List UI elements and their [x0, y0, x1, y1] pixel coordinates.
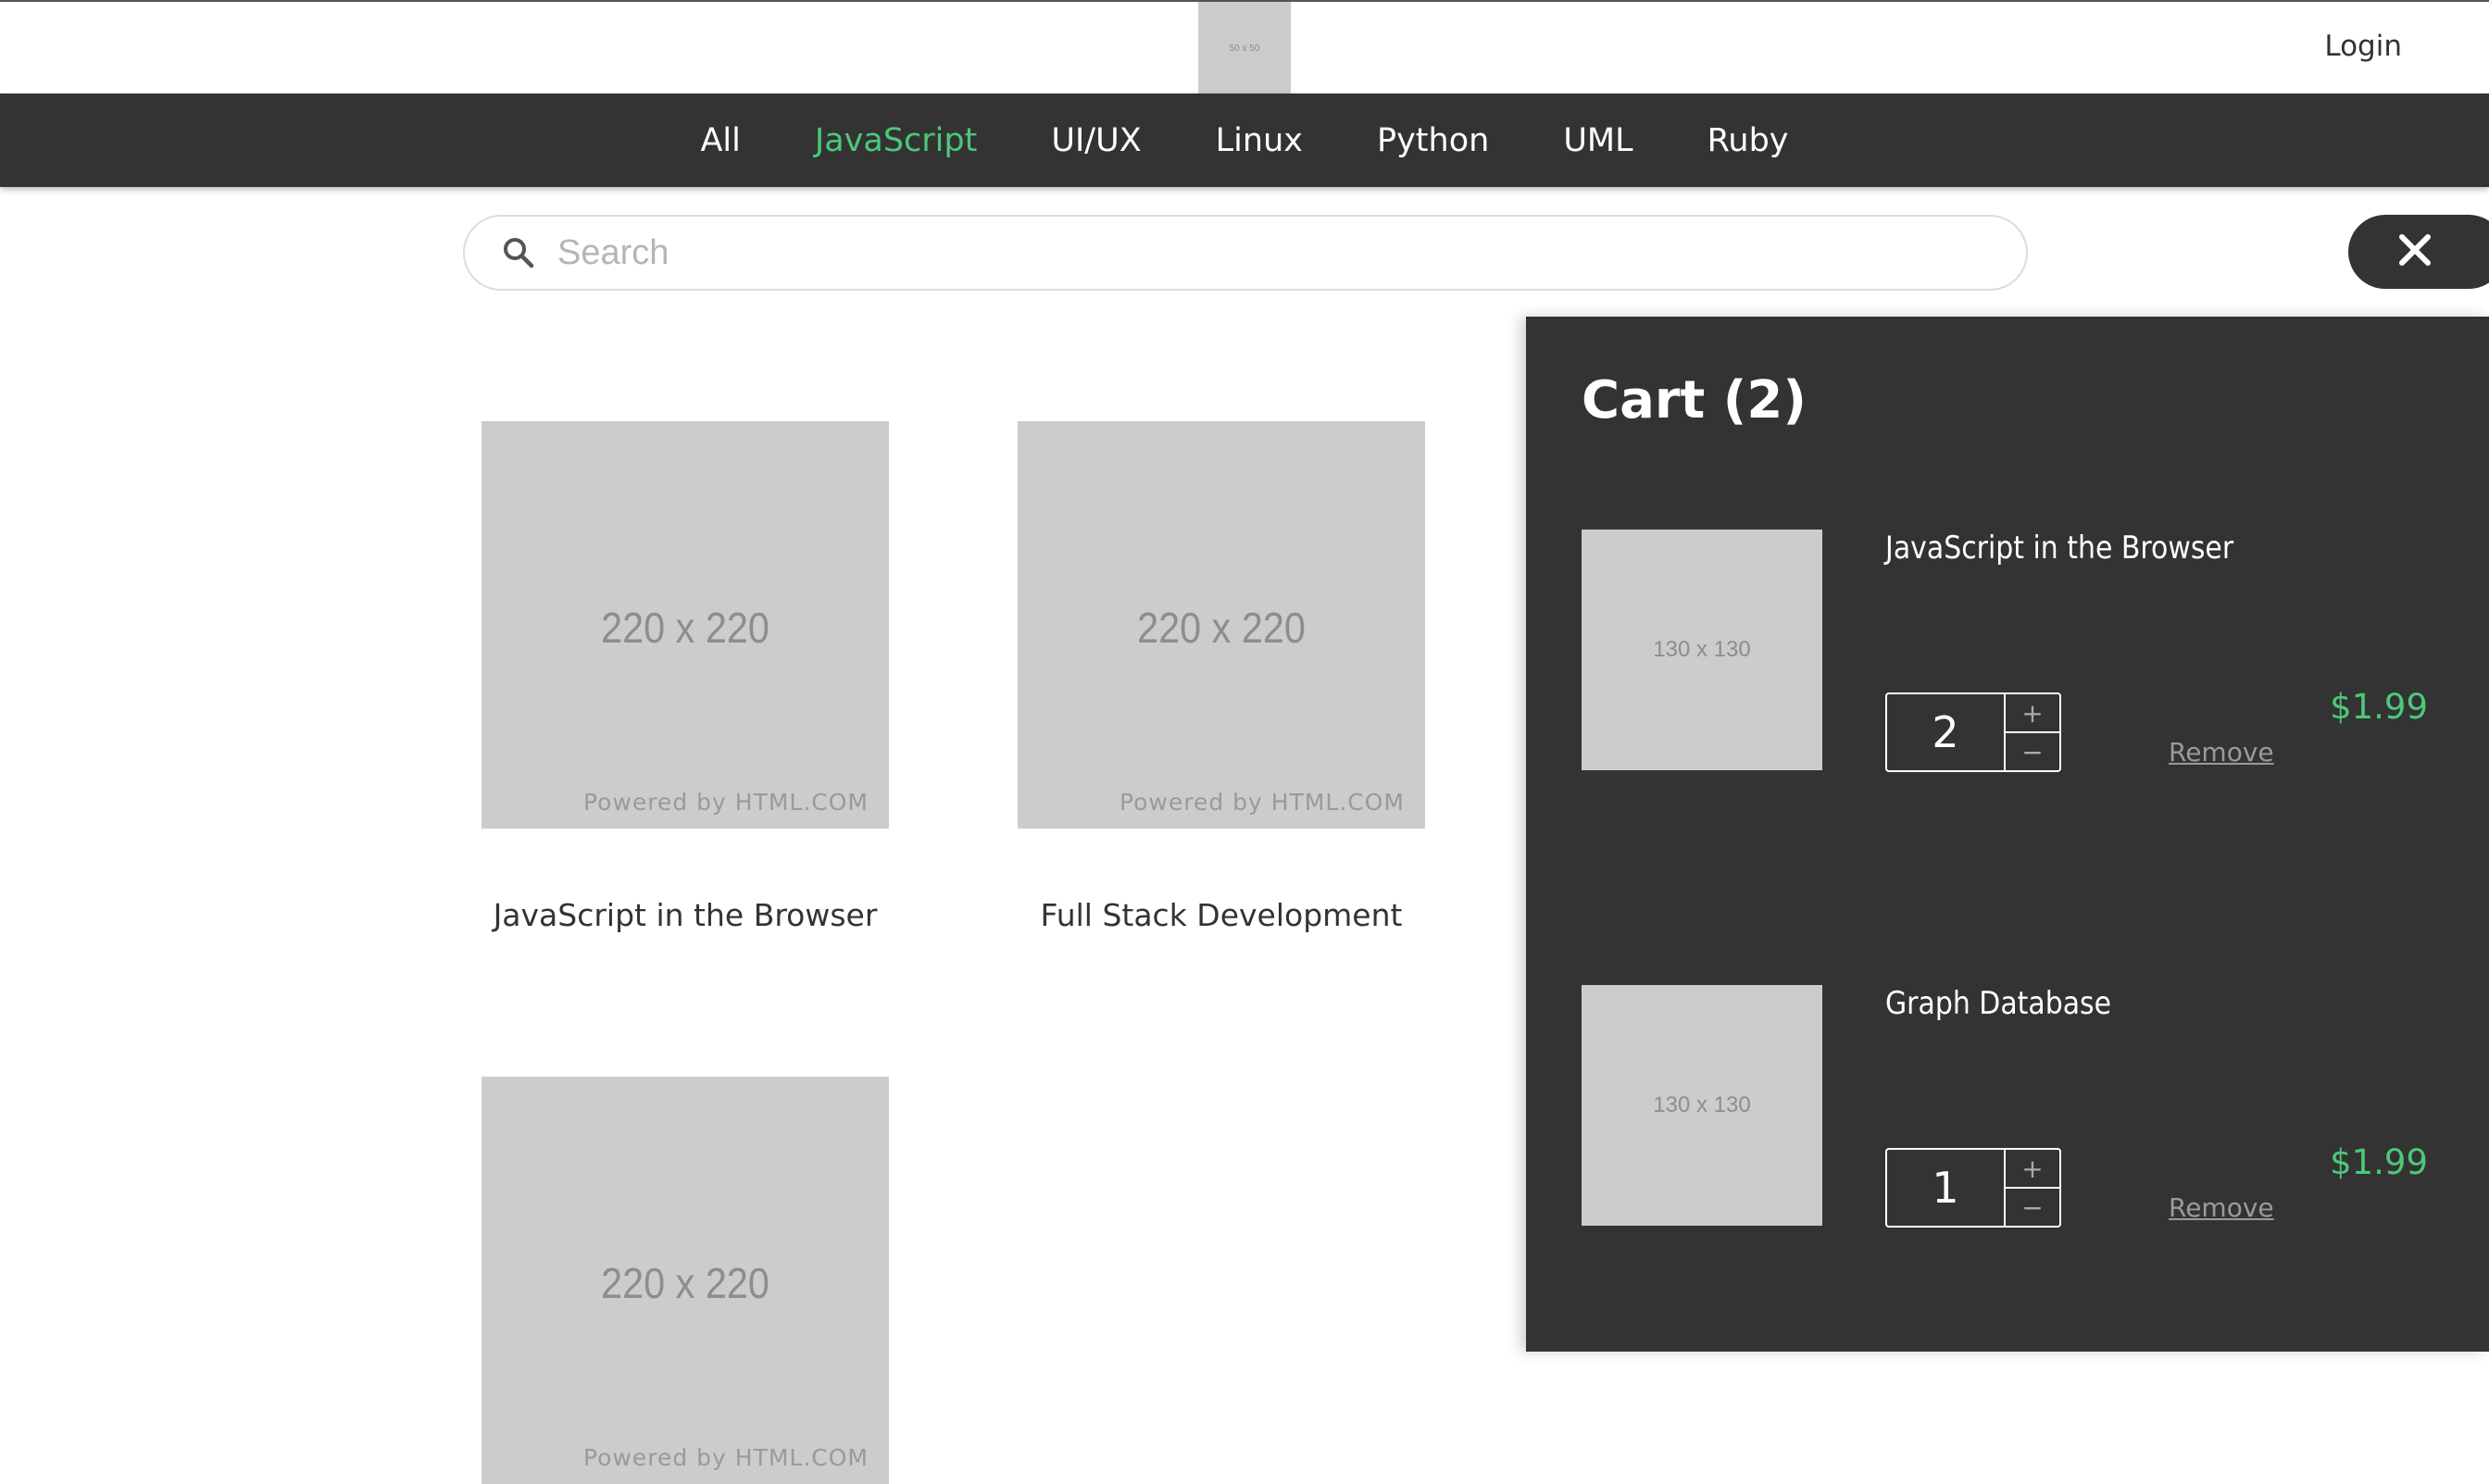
increment-button[interactable]: + [2006, 694, 2059, 733]
cart-panel: Cart (2) 130 x 130 JavaScript in the Bro… [1526, 317, 2489, 1352]
close-cart-button[interactable] [2348, 215, 2489, 289]
close-icon [2398, 233, 2432, 270]
quantity-stepper: 1 + − [1885, 1148, 2061, 1228]
product-image[interactable]: 220 x 220 Powered by HTML.COM [482, 421, 889, 829]
product-image-watermark: Powered by HTML.COM [1119, 789, 1405, 816]
logo-placeholder-text: 50 x 50 [1229, 43, 1260, 54]
category-nav: All JavaScript UI/UX Linux Python UML Ru… [0, 94, 2489, 187]
product-image-watermark: Powered by HTML.COM [582, 789, 869, 816]
category-python[interactable]: Python [1377, 122, 1489, 159]
product-image-watermark: Powered by HTML.COM [582, 1444, 869, 1471]
site-header: 50 x 50 Login [0, 0, 2489, 94]
category-linux[interactable]: Linux [1216, 122, 1303, 159]
product-image-size-text: 220 x 220 [601, 604, 769, 652]
quantity-input[interactable]: 2 [1887, 694, 2006, 770]
product-card: 220 x 220 Powered by HTML.COM [482, 1077, 889, 1484]
login-link[interactable]: Login [2324, 30, 2402, 63]
quantity-input[interactable]: 1 [1887, 1150, 2006, 1226]
cart-item-image: 130 x 130 [1582, 985, 1822, 1226]
cart-item-name: JavaScript in the Browser [1885, 530, 2234, 567]
increment-button[interactable]: + [2006, 1150, 2059, 1189]
product-card: 220 x 220 Powered by HTML.COM JavaScript… [482, 421, 889, 933]
logo[interactable]: 50 x 50 [1198, 2, 1291, 94]
cart-item-image-size-text: 130 x 130 [1653, 1092, 1751, 1117]
product-title[interactable]: Full Stack Development [1018, 897, 1425, 933]
cart-item-price: $1.99 [2330, 1142, 2428, 1182]
decrement-button[interactable]: − [2006, 1189, 2059, 1226]
product-image[interactable]: 220 x 220 Powered by HTML.COM [1018, 421, 1425, 829]
product-image[interactable]: 220 x 220 Powered by HTML.COM [482, 1077, 889, 1484]
cart-item: 130 x 130 Graph Database 1 + − Remove $1… [1582, 985, 2452, 1228]
remove-link[interactable]: Remove [2169, 737, 2274, 767]
category-all[interactable]: All [700, 122, 740, 159]
search-bar [463, 215, 2028, 291]
decrement-button[interactable]: − [2006, 733, 2059, 770]
quantity-buttons: + − [2006, 1150, 2059, 1226]
product-image-size-text: 220 x 220 [1137, 604, 1306, 652]
cart-item-image: 130 x 130 [1582, 530, 1822, 770]
product-title[interactable]: JavaScript in the Browser [482, 897, 889, 933]
category-ruby[interactable]: Ruby [1707, 122, 1789, 159]
search-input[interactable] [556, 231, 1948, 274]
category-uml[interactable]: UML [1563, 122, 1632, 159]
remove-link[interactable]: Remove [2169, 1192, 2274, 1223]
category-ui-ux[interactable]: UI/UX [1051, 122, 1141, 159]
product-card: 220 x 220 Powered by HTML.COM Full Stack… [1018, 421, 1425, 933]
category-javascript[interactable]: JavaScript [815, 122, 977, 159]
quantity-buttons: + − [2006, 694, 2059, 770]
cart-item-name: Graph Database [1885, 985, 2112, 1022]
cart-title: Cart (2) [1582, 370, 1807, 430]
cart-item-price: $1.99 [2330, 687, 2428, 727]
search-icon [502, 236, 535, 269]
product-image-size-text: 220 x 220 [601, 1259, 769, 1307]
cart-item-image-size-text: 130 x 130 [1653, 637, 1751, 662]
cart-item: 130 x 130 JavaScript in the Browser 2 + … [1582, 530, 2452, 772]
quantity-stepper: 2 + − [1885, 692, 2061, 772]
